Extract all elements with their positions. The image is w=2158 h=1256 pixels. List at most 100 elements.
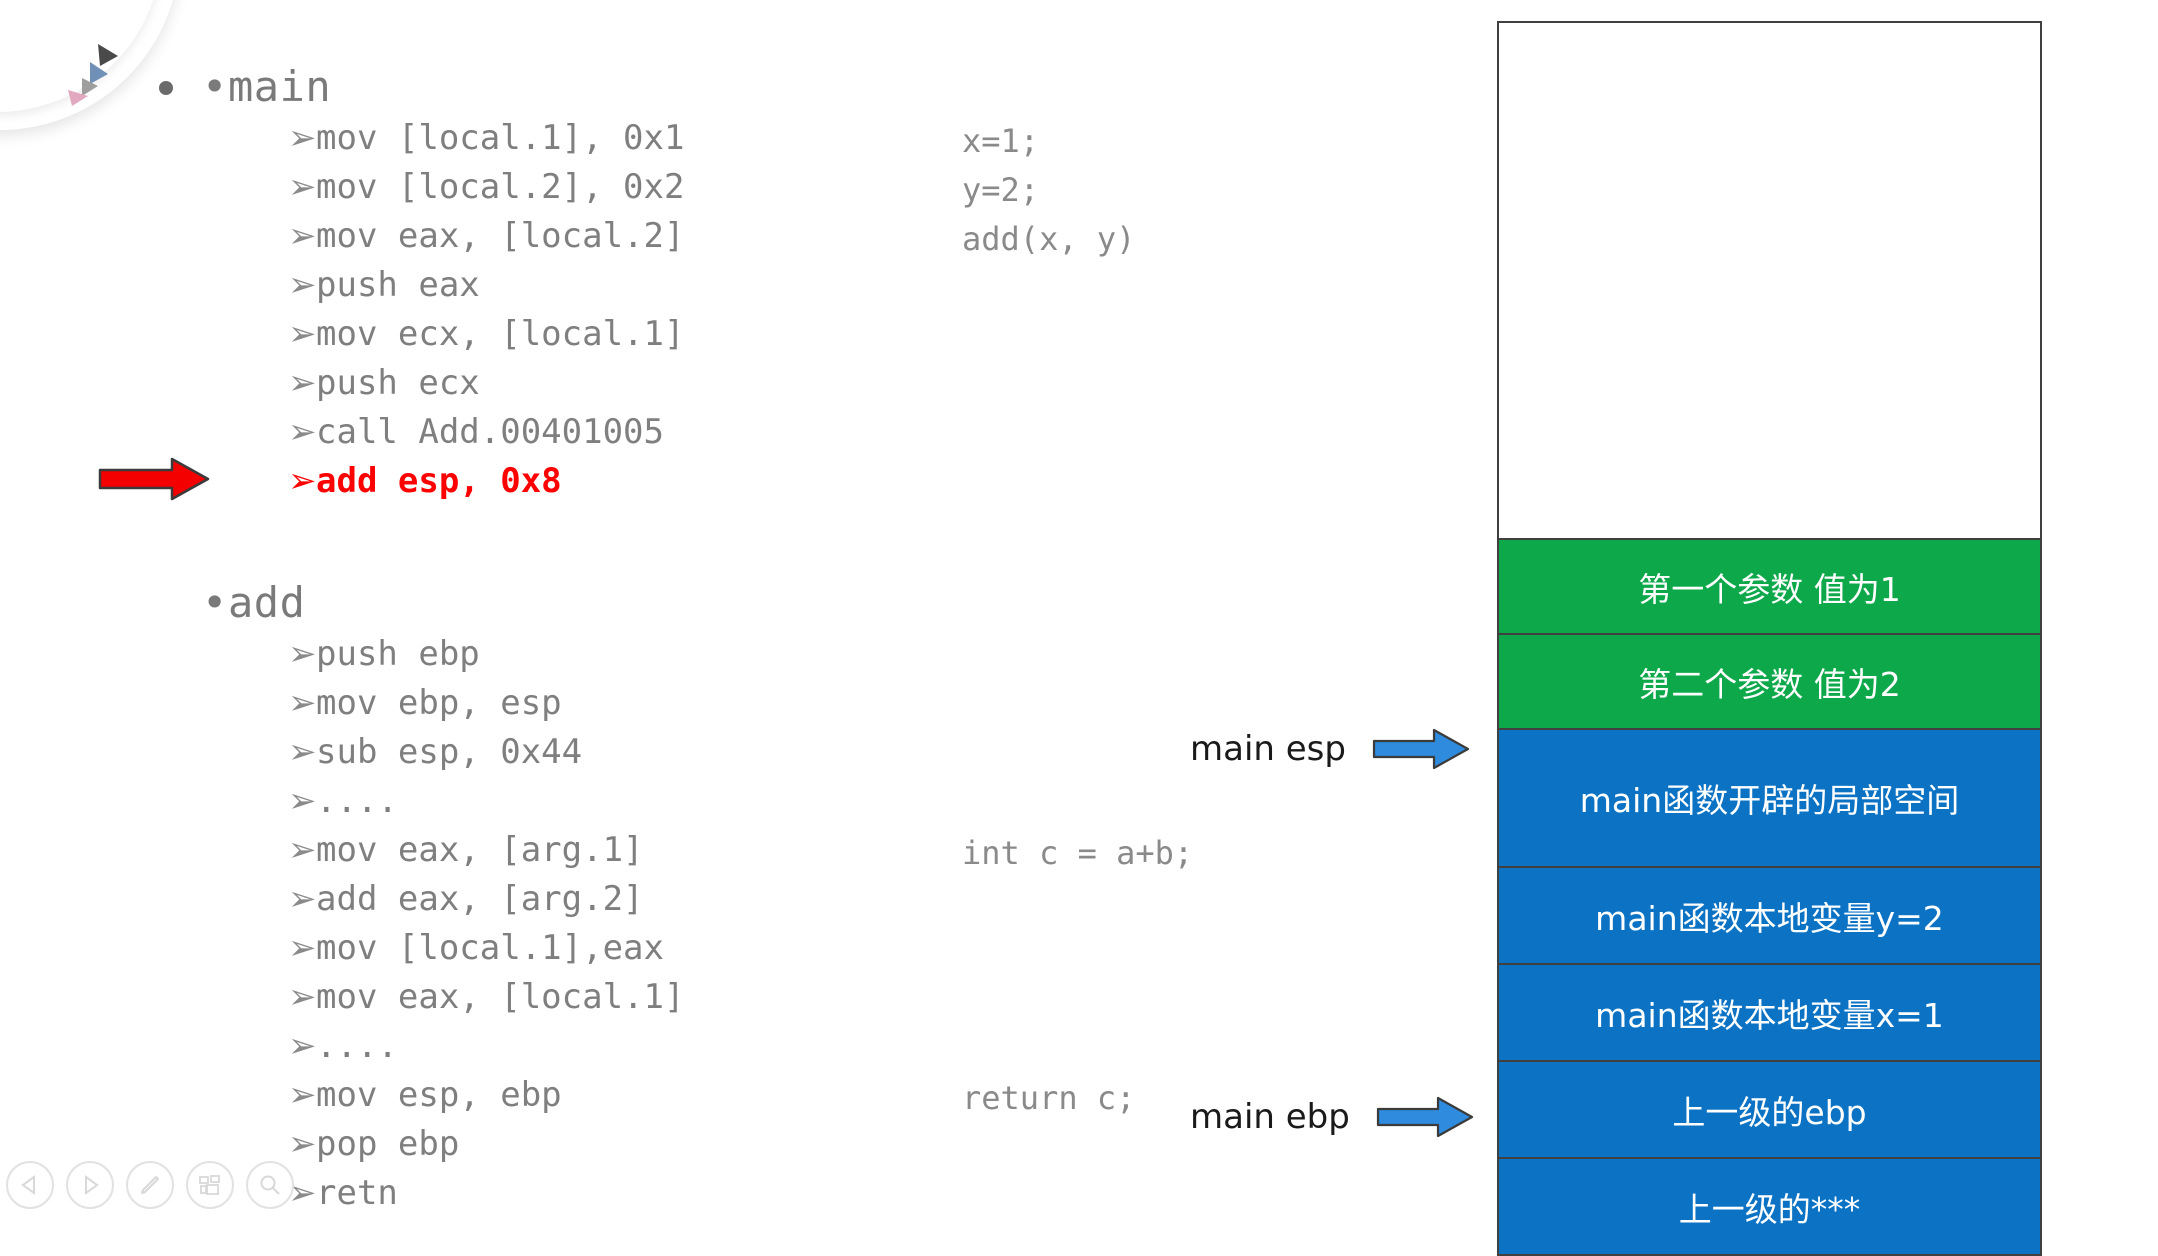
slide-grid-button[interactable] <box>186 1161 234 1209</box>
code-line-highlighted: ➢add esp, 0x8 <box>288 461 562 501</box>
code-line: ➢mov eax, [local.2] <box>288 216 684 256</box>
code-line: ➢pop ebp <box>288 1124 459 1164</box>
comment-text: y=2; <box>962 171 1040 209</box>
code-line: ➢mov [local.1], 0x1 <box>288 118 684 158</box>
sub-marker-glyph: ➢ <box>288 461 317 501</box>
previous-slide-icon <box>21 1175 35 1195</box>
bullet-glyph: • <box>202 62 228 111</box>
stack-cell-label: 上一级的*** <box>1678 1189 1861 1229</box>
stack-cell-label: main函数开辟的局部空间 <box>1579 781 1960 820</box>
code-line: ➢call Add.00401005 <box>288 412 664 452</box>
blue-arrow-icon <box>1372 728 1470 770</box>
slideshow-nav-bar[interactable] <box>6 1161 294 1209</box>
pointer-label: main esp <box>1190 729 1346 769</box>
code-text: .... <box>316 1026 398 1066</box>
slide-grid-icon <box>199 1175 220 1195</box>
code-line: ➢add eax, [arg.2] <box>288 879 644 919</box>
sub-marker-glyph: ➢ <box>288 1075 317 1115</box>
code-text: mov ecx, [local.1] <box>316 314 685 354</box>
code-text: add esp, 0x8 <box>316 461 562 501</box>
code-text: .... <box>316 781 398 821</box>
code-line: ➢mov [local.2], 0x2 <box>288 167 684 207</box>
code-text: push eax <box>316 265 480 305</box>
code-text: mov ebp, esp <box>316 683 562 723</box>
sub-marker-glyph: ➢ <box>288 1026 317 1066</box>
sub-marker-glyph: ➢ <box>288 683 317 723</box>
stack-cell-empty <box>1497 21 2042 540</box>
pointer-main-esp: main esp <box>1190 727 1470 771</box>
code-text: mov eax, [arg.1] <box>316 830 644 870</box>
section-title-text: add <box>228 578 306 627</box>
sub-marker-glyph: ➢ <box>288 314 317 354</box>
sub-marker-glyph: ➢ <box>288 879 317 919</box>
section-title-add: •add <box>202 578 305 627</box>
pointer-label: main ebp <box>1190 1097 1350 1137</box>
code-text: pop ebp <box>316 1124 460 1164</box>
code-line: ➢push eax <box>288 265 480 305</box>
comment-text: int c = a+b; <box>962 834 1194 872</box>
code-line: ➢mov esp, ebp <box>288 1075 562 1115</box>
code-line: ➢mov eax, [local.1] <box>288 977 684 1017</box>
section-title-main: •main <box>202 62 331 111</box>
code-text: add eax, [arg.2] <box>316 879 644 919</box>
comment-text: x=1; <box>962 122 1040 160</box>
code-text: sub esp, 0x44 <box>316 732 583 772</box>
red-arrow-icon <box>98 457 210 501</box>
comment-text: return c; <box>962 1079 1136 1117</box>
code-line: ➢.... <box>288 781 398 821</box>
code-text: mov [local.1],eax <box>316 928 664 968</box>
code-text: mov eax, [local.2] <box>316 216 685 256</box>
pen-icon <box>141 1176 159 1194</box>
sub-marker-glyph: ➢ <box>288 265 317 305</box>
bullet-glyph: • <box>202 578 228 627</box>
blue-arrow-icon <box>1376 1096 1473 1138</box>
sub-marker-glyph: ➢ <box>288 928 317 968</box>
pointer-main-ebp: main ebp <box>1190 1095 1474 1139</box>
stack-diagram: 第一个参数 值为1 第二个参数 值为2 main函数开辟的局部空间 main函数… <box>1497 21 2042 1256</box>
code-text: retn <box>316 1173 398 1213</box>
code-line: ➢mov ecx, [local.1] <box>288 314 684 354</box>
next-slide-icon <box>85 1175 99 1195</box>
code-line: ➢retn <box>288 1173 398 1213</box>
sub-marker-glyph: ➢ <box>288 118 317 158</box>
sub-marker-glyph: ➢ <box>288 732 317 772</box>
code-line: ➢mov ebp, esp <box>288 683 562 723</box>
stack-cell-prev-other: 上一级的*** <box>1497 1157 2042 1256</box>
stack-cell-arg1: 第一个参数 值为1 <box>1497 538 2042 635</box>
code-text: mov [local.2], 0x2 <box>316 167 685 207</box>
magnifier-button[interactable] <box>246 1161 294 1209</box>
slide-body: •main ➢mov [local.1], 0x1 ➢mov [local.2]… <box>0 0 1480 1215</box>
code-line: ➢.... <box>288 1026 398 1066</box>
section-title-text: main <box>228 62 332 111</box>
sub-marker-glyph: ➢ <box>288 781 317 821</box>
code-text: push ecx <box>316 363 480 403</box>
code-text: push ebp <box>316 634 480 674</box>
comment-text: add(x, y) <box>962 220 1136 258</box>
code-line: ➢push ecx <box>288 363 480 403</box>
code-line: ➢mov eax, [arg.1] <box>288 830 644 870</box>
code-text: mov esp, ebp <box>316 1075 562 1115</box>
stack-cell-label: 第一个参数 值为1 <box>1638 569 1901 609</box>
code-text: mov [local.1], 0x1 <box>316 118 685 158</box>
stack-cell-arg2: 第二个参数 值为2 <box>1497 633 2042 730</box>
magnifier-icon <box>260 1175 280 1195</box>
stack-cell-label: 上一级的ebp <box>1672 1092 1867 1132</box>
stack-cell-label: main函数本地变量y=2 <box>1595 898 1944 938</box>
code-line: ➢push ebp <box>288 634 480 674</box>
stack-cell-main-var-y: main函数本地变量y=2 <box>1497 866 2042 965</box>
sub-marker-glyph: ➢ <box>288 167 317 207</box>
code-line: ➢mov [local.1],eax <box>288 928 664 968</box>
code-line: ➢sub esp, 0x44 <box>288 732 582 772</box>
previous-slide-button[interactable] <box>6 1161 54 1209</box>
sub-marker-glyph: ➢ <box>288 363 317 403</box>
sub-marker-glyph: ➢ <box>288 634 317 674</box>
stack-cell-prev-ebp: 上一级的ebp <box>1497 1060 2042 1159</box>
stack-cell-main-var-x: main函数本地变量x=1 <box>1497 963 2042 1062</box>
pen-tool-button[interactable] <box>126 1161 174 1209</box>
next-slide-button[interactable] <box>66 1161 114 1209</box>
sub-marker-glyph: ➢ <box>288 977 317 1017</box>
stack-cell-label: main函数本地变量x=1 <box>1595 995 1944 1035</box>
sub-marker-glyph: ➢ <box>288 412 317 452</box>
stack-cell-label: 第二个参数 值为2 <box>1638 664 1901 704</box>
stack-cell-main-local-space: main函数开辟的局部空间 <box>1497 728 2042 868</box>
